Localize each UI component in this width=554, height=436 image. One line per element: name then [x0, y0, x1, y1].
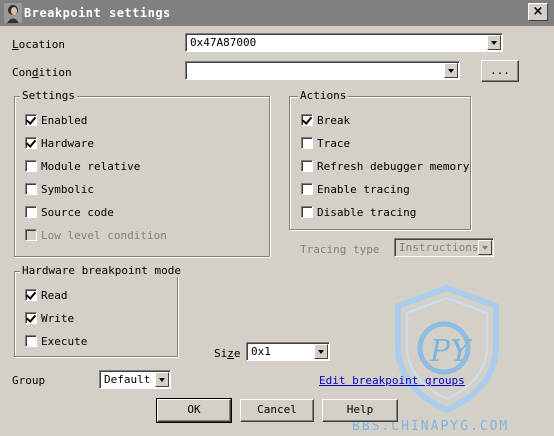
location-label-rest: ocation — [18, 38, 65, 51]
condition-combobox[interactable] — [185, 61, 460, 80]
size-label-rest: e — [233, 347, 241, 360]
condition-label: Condition — [12, 66, 72, 79]
condition-dropdown-arrow-icon[interactable] — [444, 63, 458, 78]
size-value: 0x1 — [251, 345, 271, 358]
tracing-type-combobox: Instructions — [394, 238, 494, 257]
window-title: Breakpoint settings — [24, 6, 171, 20]
source-code-label: Source code — [41, 206, 114, 219]
condition-label-rest: ition — [38, 66, 72, 79]
size-label-accel: z — [227, 347, 234, 360]
low-level-condition-label: Low level condition — [41, 229, 167, 242]
watermark-logo-text: PY — [430, 334, 470, 369]
enabled-checkbox[interactable] — [25, 114, 37, 126]
group-dropdown-arrow-icon[interactable] — [155, 372, 169, 387]
low-level-condition-checkbox — [25, 229, 37, 241]
module-relative-checkbox[interactable] — [25, 160, 37, 172]
edit-breakpoint-groups-link[interactable]: Edit breakpoint groups — [319, 374, 465, 387]
group-label: Group — [12, 374, 46, 387]
size-combobox[interactable]: 0x1 — [246, 342, 330, 361]
condition-label-pre: Con — [12, 66, 32, 79]
size-dropdown-arrow-icon[interactable] — [314, 344, 328, 359]
help-button[interactable]: Help — [322, 399, 398, 422]
read-label: Read — [41, 289, 68, 302]
write-label: Write — [41, 312, 75, 325]
cancel-button[interactable]: Cancel — [240, 399, 314, 422]
symbolic-checkbox[interactable] — [25, 183, 37, 195]
refresh-debugger-memory-checkbox[interactable] — [301, 160, 313, 172]
execute-checkbox[interactable] — [25, 335, 37, 347]
enable-tracing-checkbox[interactable] — [301, 183, 313, 195]
location-dropdown-arrow-icon[interactable] — [487, 35, 501, 50]
trace-label: Trace — [317, 137, 351, 150]
group-combobox[interactable]: Default — [99, 370, 171, 389]
condition-label-accel: d — [31, 66, 39, 79]
tracing-type-value: Instructions — [399, 241, 479, 254]
actions-group-title: Actions — [298, 89, 349, 102]
write-checkbox[interactable] — [25, 312, 37, 324]
hw-mode-group-title: Hardware breakpoint mode — [20, 264, 183, 277]
break-checkbox[interactable] — [301, 114, 313, 126]
location-label-accel: L — [12, 38, 19, 51]
enable-tracing-label: Enable tracing — [317, 183, 410, 196]
size-label: Size — [214, 347, 241, 360]
source-code-checkbox[interactable] — [25, 206, 37, 218]
disable-tracing-label: Disable tracing — [317, 206, 417, 219]
size-label-pre: Si — [214, 347, 228, 360]
location-combobox[interactable]: 0x47A87000 — [185, 33, 503, 52]
enabled-label: Enabled — [41, 114, 88, 127]
refresh-debugger-memory-label: Refresh debugger memory — [317, 160, 470, 173]
close-button[interactable]: × — [528, 3, 548, 21]
module-relative-label: Module relative — [41, 160, 141, 173]
hw-mode-group — [14, 271, 178, 357]
hardware-checkbox[interactable] — [25, 137, 37, 149]
trace-checkbox[interactable] — [301, 137, 313, 149]
break-label: Break — [317, 114, 351, 127]
symbolic-label: Symbolic — [41, 183, 94, 196]
settings-group-title: Settings — [20, 89, 77, 102]
location-value: 0x47A87000 — [190, 36, 257, 49]
disable-tracing-checkbox[interactable] — [301, 206, 313, 218]
hardware-label: Hardware — [41, 137, 94, 150]
tracing-type-label: Tracing type — [300, 243, 380, 256]
group-value: Default — [104, 373, 151, 386]
ok-button[interactable]: OK — [156, 398, 232, 423]
tracing-type-dropdown-arrow-icon — [478, 240, 492, 255]
execute-label: Execute — [41, 335, 88, 348]
app-icon — [4, 3, 22, 23]
location-label: Location — [12, 38, 65, 51]
read-checkbox[interactable] — [25, 289, 37, 301]
condition-browse-button[interactable]: ... — [481, 60, 519, 82]
